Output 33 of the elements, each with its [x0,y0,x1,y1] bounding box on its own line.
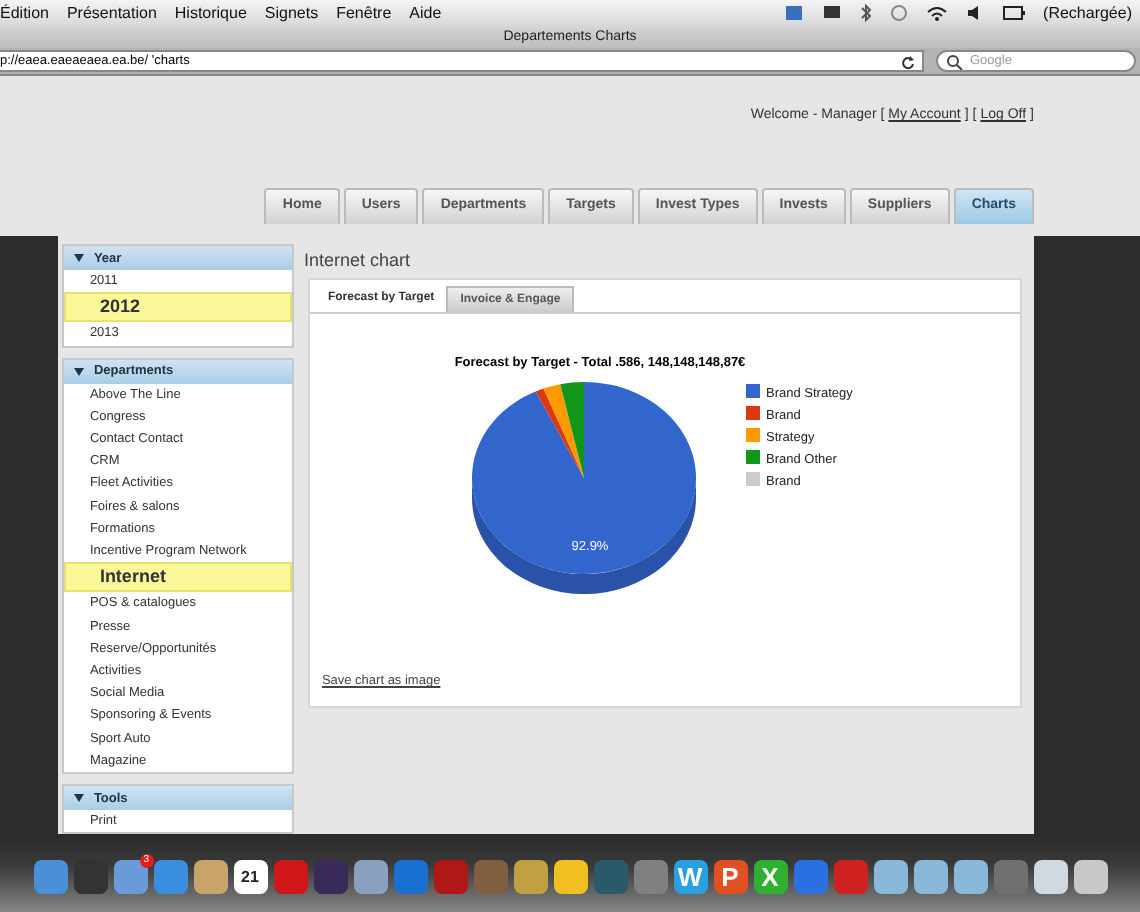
menu-item[interactable]: Aide [409,4,442,22]
sidebar-item[interactable]: 2012 [63,292,292,323]
folder-icon[interactable] [873,859,907,894]
page-title: Internet chart [301,248,412,274]
sidebar-item[interactable]: Internet [63,562,292,593]
app-icon[interactable] [153,859,187,894]
app-icon[interactable]: P [713,859,747,894]
search-icon [946,53,964,69]
battery-status: (Rechargée) [1043,4,1132,22]
app-icon[interactable] [33,859,67,894]
app-icon[interactable] [513,859,547,894]
folder-icon[interactable] [913,859,947,894]
menu-item[interactable]: Fenêtre [336,4,392,22]
caret-icon [73,254,84,262]
caret-icon [73,367,84,376]
bluetooth-icon[interactable] [859,4,872,22]
battery-icon[interactable] [1001,4,1026,22]
display-icon[interactable] [821,4,842,22]
speaker-icon[interactable] [965,4,984,22]
menu-item[interactable]: Signets [264,4,319,22]
app-icon[interactable] [1033,859,1067,894]
wifi-icon[interactable] [925,4,948,22]
calendar-icon[interactable]: 21 [233,859,267,894]
menu-item[interactable]: Édition [0,4,49,22]
app-icon[interactable] [353,859,387,894]
menu-item[interactable]: Historique [174,4,247,22]
app-icon[interactable] [193,859,227,894]
reload-icon[interactable] [900,53,916,69]
menu-item[interactable]: Présentation [66,4,157,22]
app-icon[interactable] [553,859,587,894]
caret-icon [73,794,84,803]
app-icon[interactable] [1073,859,1107,894]
folder-icon[interactable] [953,859,987,894]
